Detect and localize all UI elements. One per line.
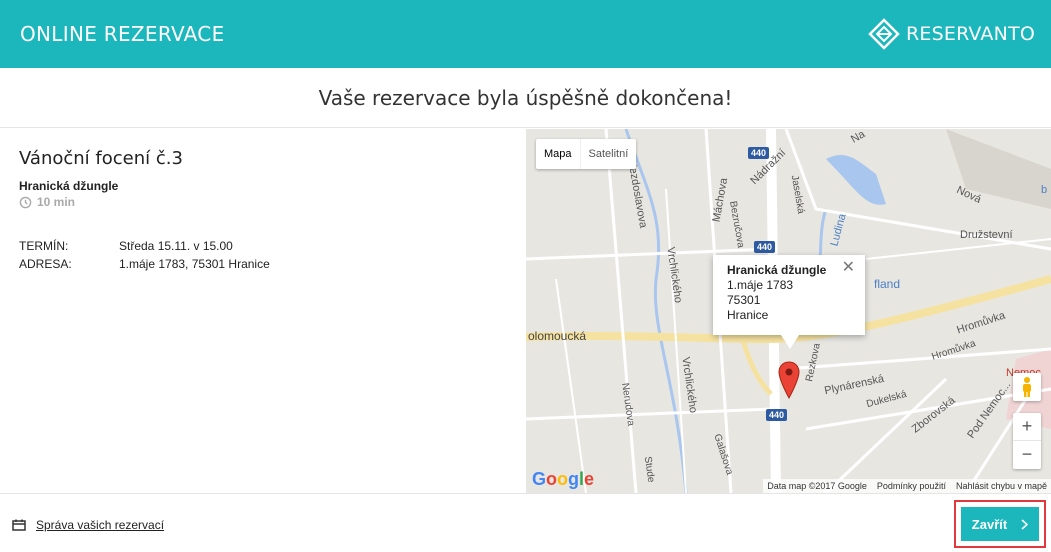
manage-reservations[interactable]: Správa vašich rezervací (12, 518, 164, 532)
map-type-satellite-button[interactable]: Satelitní (581, 139, 637, 169)
report-error-link[interactable]: Nahlásit chybu v mapě (956, 479, 1047, 493)
place-name: Hranická džungle (19, 179, 119, 193)
calendar-icon (12, 519, 26, 531)
road-shield: 440 (748, 147, 770, 159)
zoom-control: + − (1013, 413, 1041, 469)
map-type-map-button[interactable]: Mapa (536, 139, 581, 169)
close-button[interactable]: Zavřít (961, 507, 1039, 541)
info-window-close-icon[interactable]: ✕ (842, 260, 855, 276)
info-window: Hranická džungle 1.máje 1783 75301 Hrani… (713, 255, 865, 335)
google-logo: Google (532, 469, 595, 489)
map-label-b: b (1041, 184, 1048, 196)
chevron-right-icon (1021, 518, 1029, 530)
app-title: ONLINE REZERVACE (20, 22, 225, 46)
street-view-pegman-icon[interactable] (1013, 373, 1041, 401)
map[interactable]: Hviezdoslavova Vrchlického Vrchlického M… (526, 129, 1051, 493)
term-value: Středa 15.11. v 15.00 (119, 239, 233, 253)
close-button-label: Zavřít (971, 516, 1008, 532)
road-shield: 440 (766, 409, 788, 421)
map-type-control: Mapa Satelitní (536, 139, 637, 169)
reservanto-logo-icon (868, 18, 900, 50)
reservanto-logo: RESERVANTO (868, 16, 1035, 52)
info-window-tail (781, 335, 799, 349)
zoom-in-button[interactable]: + (1013, 413, 1041, 441)
info-window-line: 75301 (727, 293, 761, 307)
reservation-details: Vánoční focení č.3 Hranická džungle 10 m… (19, 148, 509, 273)
manage-reservations-link[interactable]: Správa vašich rezervací (36, 518, 164, 532)
terms-link[interactable]: Podmínky použití (877, 479, 946, 493)
map-attribution: Data map ©2017 Google Podmínky použití N… (763, 479, 1051, 493)
road-shield: 440 (754, 241, 776, 253)
duration: 10 min (19, 195, 509, 209)
map-label-lidl: fland (874, 277, 901, 291)
map-label-druzstevni: Družstevní (960, 229, 1013, 241)
info-row-term: TERMÍN: Středa 15.11. v 15.00 (19, 237, 509, 255)
reservation-info: TERMÍN: Středa 15.11. v 15.00 ADRESA: 1.… (19, 237, 509, 273)
service-name: Vánoční focení č.3 (19, 148, 183, 169)
clock-icon (19, 196, 32, 208)
address-value: 1.máje 1783, 75301 Hranice (119, 257, 270, 271)
map-data-credit: Data map ©2017 Google (767, 481, 867, 491)
info-window-line: 1.máje 1783 (727, 278, 794, 292)
map-label-olomoucka: olomoucká (528, 329, 587, 343)
map-marker-icon[interactable] (778, 361, 800, 399)
info-row-address: ADRESA: 1.máje 1783, 75301 Hranice (19, 255, 509, 273)
success-message: Vaše rezervace byla úspěšně dokončena! (0, 68, 1051, 128)
app-header: ONLINE REZERVACE RESERVANTO (0, 0, 1051, 68)
logo-text: RESERVANTO (906, 23, 1035, 45)
close-button-highlight: Zavřít (954, 500, 1046, 548)
zoom-out-button[interactable]: − (1013, 441, 1041, 469)
address-label: ADRESA: (19, 257, 72, 271)
term-label: TERMÍN: (19, 239, 69, 253)
info-window-title: Hranická džungle (727, 263, 827, 277)
info-window-line: Hranice (727, 308, 769, 322)
footer: Správa vašich rezervací Zavřít (0, 493, 1051, 552)
duration-text: 10 min (37, 195, 76, 209)
